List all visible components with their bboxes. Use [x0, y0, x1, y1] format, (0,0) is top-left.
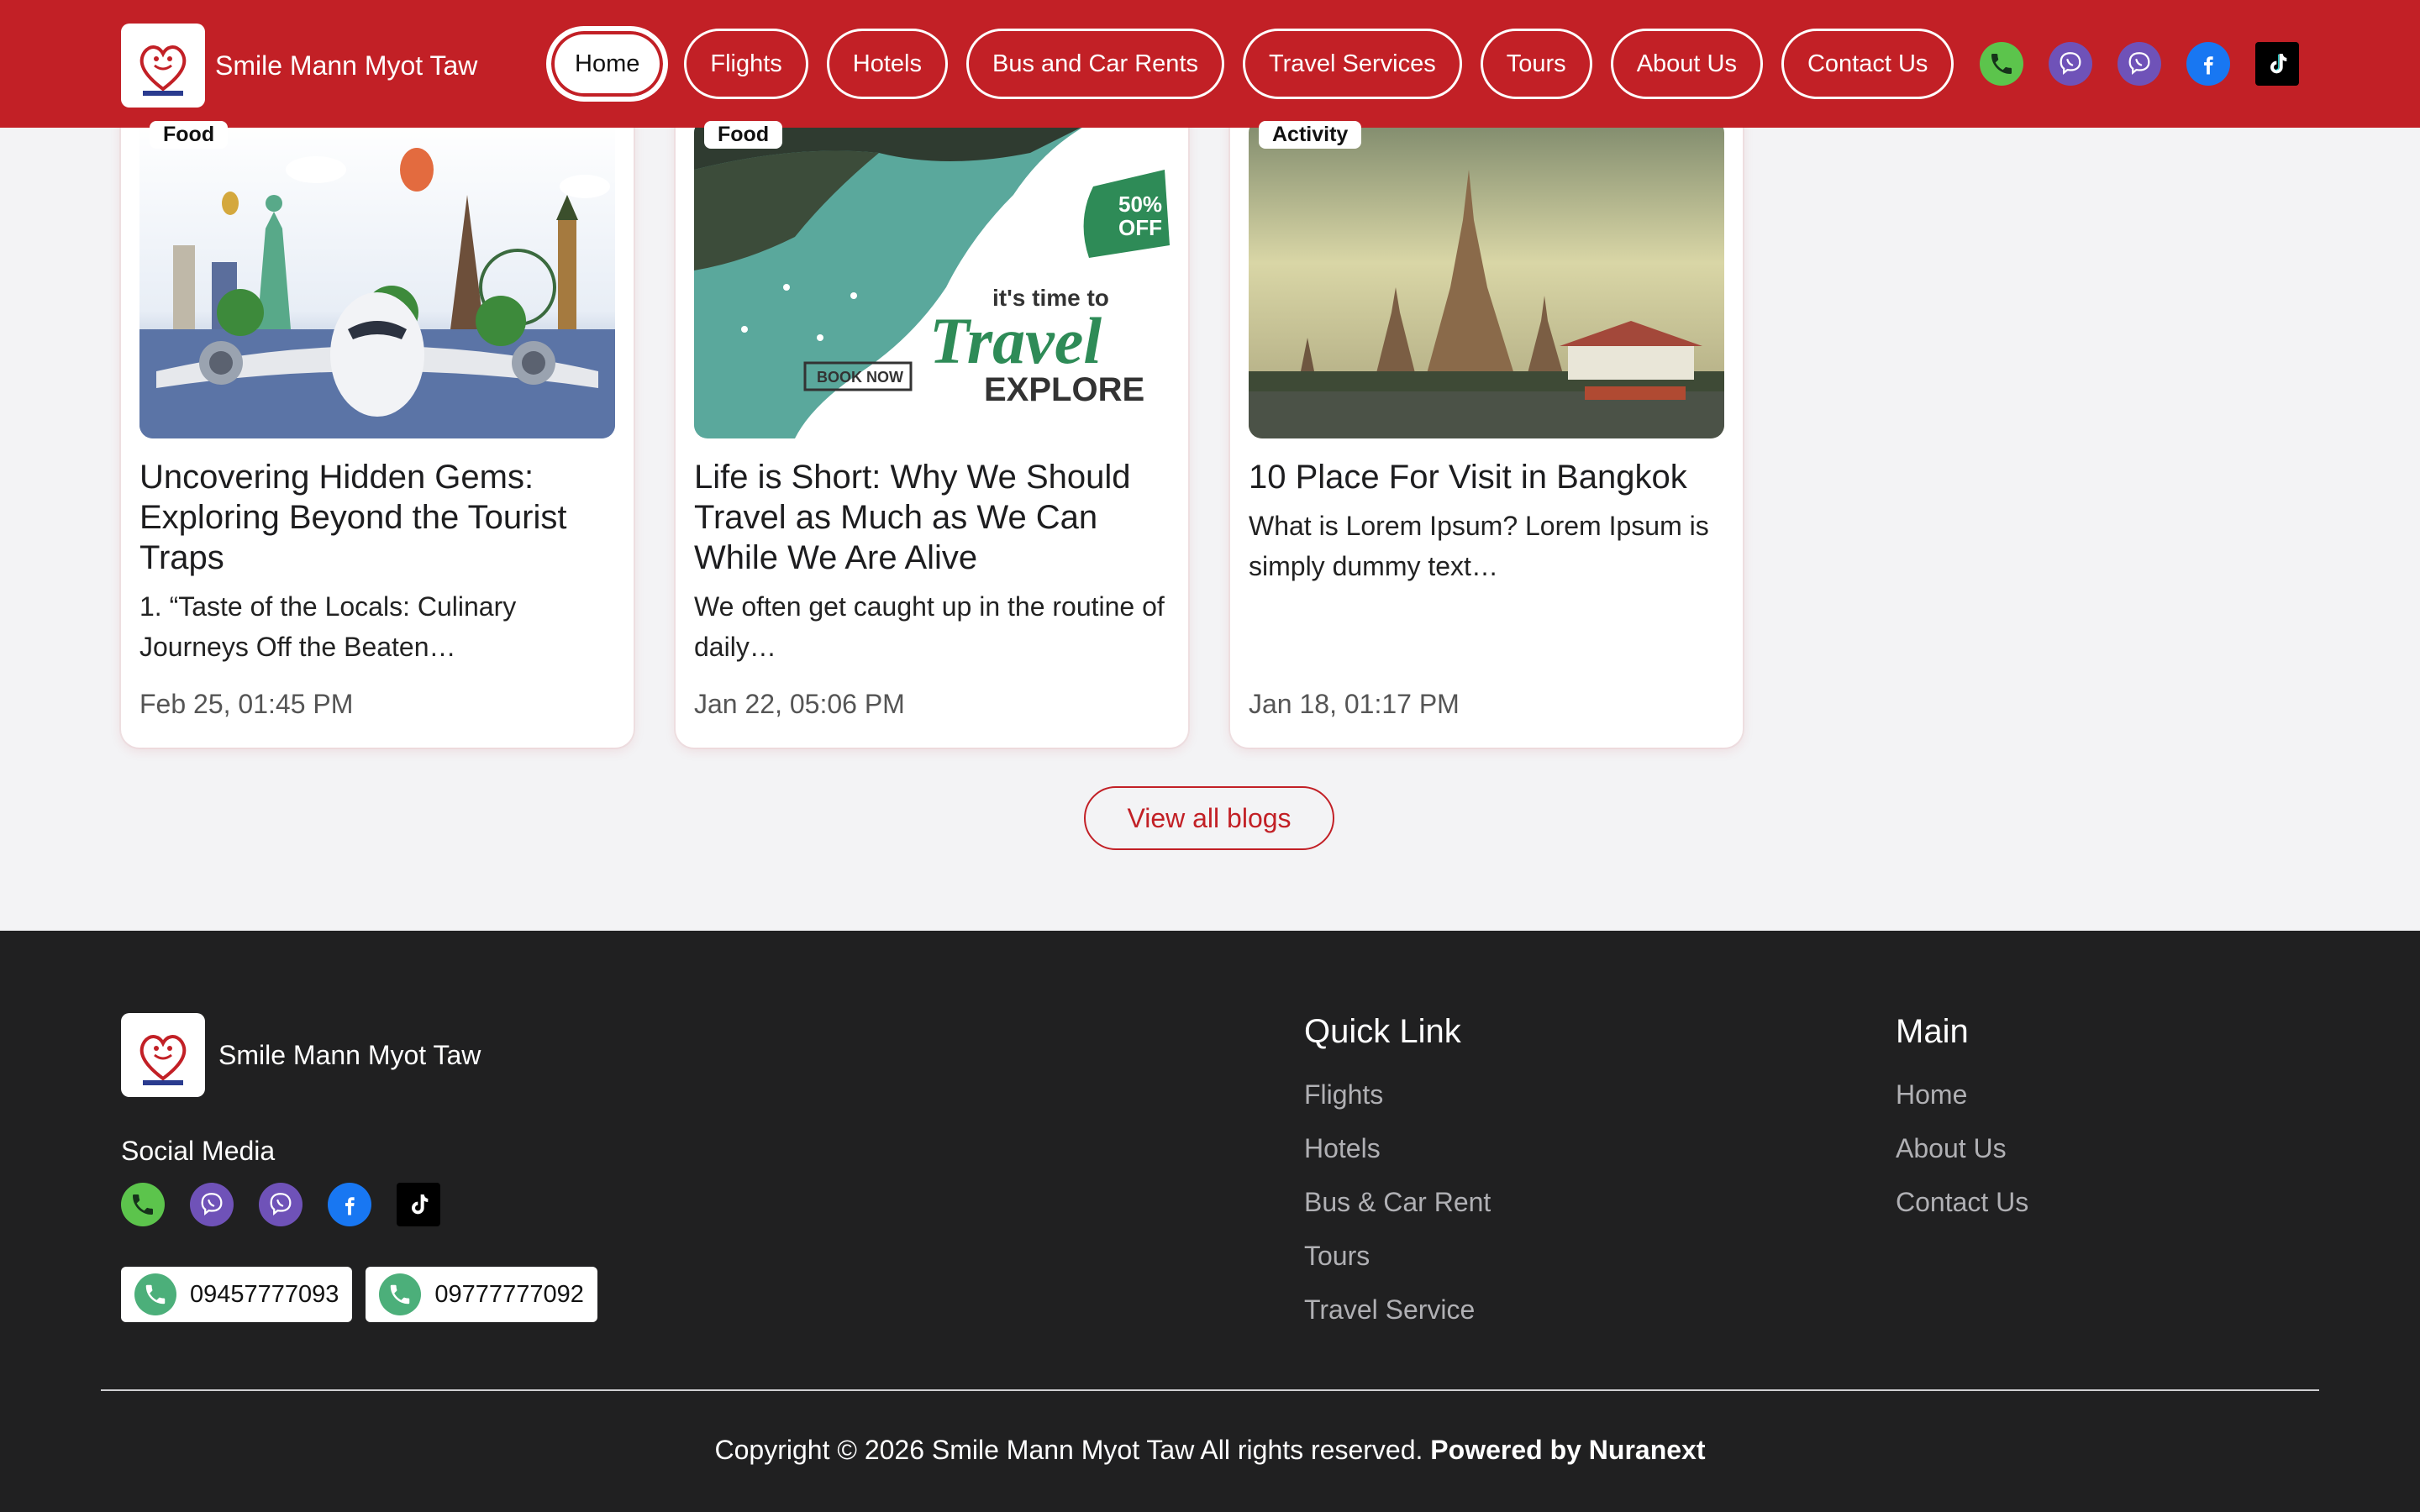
footer-link-contact-us[interactable]: Contact Us — [1896, 1175, 2028, 1229]
facebook-icon[interactable] — [328, 1183, 371, 1226]
blog-card[interactable]: Uncovering Hidden Gems: Exploring Beyond… — [121, 101, 634, 748]
nav-about-us[interactable]: About Us — [1610, 29, 1763, 99]
phone-number: 09777777092 — [434, 1280, 584, 1308]
nav-travel-services[interactable]: Travel Services — [1243, 29, 1462, 99]
blog-title[interactable]: 10 Place For Visit in Bangkok — [1249, 457, 1724, 497]
footer-link-flights[interactable]: Flights — [1304, 1068, 1491, 1121]
social-media-heading: Social Media — [121, 1136, 276, 1166]
phone-icon[interactable] — [1980, 42, 2023, 86]
blog-date: Feb 25, 01:45 PM — [139, 689, 354, 719]
blog-image[interactable]: 50% OFF it's time to Travel EXPLORE BOOK… — [694, 119, 1170, 438]
footer-link-about-us[interactable]: About Us — [1896, 1121, 2028, 1175]
promo-cta: BOOK NOW — [817, 369, 903, 386]
blog-card[interactable]: 50% OFF it's time to Travel EXPLORE BOOK… — [676, 101, 1188, 748]
viber-icon[interactable] — [2049, 42, 2092, 86]
phone-icon — [134, 1273, 176, 1315]
quick-link-column: Quick Link Flights Hotels Bus & Car Rent… — [1304, 1013, 1491, 1336]
copyright-text: Copyright © 2026 Smile Mann Myot Taw All… — [714, 1435, 1423, 1465]
blog-date: Jan 22, 05:06 PM — [694, 689, 905, 719]
viber-icon[interactable] — [2118, 42, 2161, 86]
nav-hotels[interactable]: Hotels — [826, 29, 948, 99]
viber-icon[interactable] — [190, 1183, 234, 1226]
footer-link-travel-service[interactable]: Travel Service — [1304, 1283, 1491, 1336]
header-social-icons — [1980, 42, 2299, 86]
brand-name: Smile Mann Myot Taw — [215, 50, 478, 81]
phone-icon[interactable] — [121, 1183, 165, 1226]
footer-brand[interactable]: Smile Mann Myot Taw — [121, 1013, 481, 1097]
promo-off: OFF — [1118, 215, 1162, 240]
brand[interactable]: Smile Mann Myot Taw — [121, 24, 477, 108]
promo-discount: 50% — [1118, 192, 1162, 217]
phone-numbers: 09457777093 09777777092 — [121, 1267, 597, 1322]
main-links-column: Main Home About Us Contact Us — [1896, 1013, 2028, 1229]
footer-link-bus-car-rent[interactable]: Bus & Car Rent — [1304, 1175, 1491, 1229]
blog-tag: Activity — [1259, 121, 1362, 149]
nav-tours[interactable]: Tours — [1480, 29, 1592, 99]
powered-by[interactable]: Powered by Nuranext — [1430, 1435, 1705, 1465]
footer-link-hotels[interactable]: Hotels — [1304, 1121, 1491, 1175]
blog-excerpt: 1. “Taste of the Locals: Culinary Journe… — [139, 591, 517, 662]
site-footer: Smile Mann Myot Taw Social Media 0945777… — [0, 931, 2420, 1512]
logo — [121, 24, 205, 108]
main-heading: Main — [1896, 1013, 1969, 1050]
facebook-icon[interactable] — [2186, 42, 2230, 86]
blog-title[interactable]: Uncovering Hidden Gems: Exploring Beyond… — [139, 457, 615, 578]
site-header: Smile Mann Myot Taw Home Flights Hotels … — [0, 0, 2420, 128]
footer-link-tours[interactable]: Tours — [1304, 1229, 1491, 1283]
view-all-blogs-button[interactable]: View all blogs — [1084, 786, 1334, 850]
phone-icon — [379, 1273, 422, 1315]
viber-icon[interactable] — [259, 1183, 302, 1226]
main-nav: Home Flights Hotels Bus and Car Rents Tr… — [549, 29, 1954, 99]
blog-image[interactable] — [1249, 119, 1724, 438]
phone-number-chip[interactable]: 09777777092 — [366, 1267, 597, 1322]
blog-image[interactable] — [139, 119, 615, 438]
tiktok-icon[interactable] — [2255, 42, 2299, 86]
footer-logo — [121, 1013, 205, 1097]
blog-excerpt: What is Lorem Ipsum? Lorem Ipsum is simp… — [1249, 511, 1709, 581]
blog-list: Uncovering Hidden Gems: Exploring Beyond… — [121, 101, 1743, 748]
nav-flights[interactable]: Flights — [684, 29, 808, 99]
blog-tag: Food — [150, 121, 229, 149]
blog-excerpt: We often get caught up in the routine of… — [694, 591, 1165, 662]
nav-home[interactable]: Home — [549, 29, 666, 99]
footer-link-home[interactable]: Home — [1896, 1068, 2028, 1121]
promo-headline: Travel — [929, 304, 1102, 377]
blog-tag: Food — [704, 121, 783, 149]
footer-divider — [101, 1389, 2319, 1391]
copyright: Copyright © 2026 Smile Mann Myot Taw All… — [0, 1435, 2420, 1466]
nav-bus-car-rents[interactable]: Bus and Car Rents — [965, 29, 1224, 99]
footer-brand-name: Smile Mann Myot Taw — [218, 1039, 481, 1070]
nav-contact-us[interactable]: Contact Us — [1781, 29, 1954, 99]
tiktok-icon[interactable] — [397, 1183, 440, 1226]
quick-link-heading: Quick Link — [1304, 1013, 1461, 1050]
promo-sub: EXPLORE — [984, 371, 1144, 408]
footer-social-icons — [121, 1183, 440, 1226]
blog-card[interactable]: 10 Place For Visit in Bangkok What is Lo… — [1230, 101, 1743, 748]
blog-title[interactable]: Life is Short: Why We Should Travel as M… — [694, 457, 1170, 578]
phone-number-chip[interactable]: 09457777093 — [121, 1267, 353, 1322]
phone-number: 09457777093 — [190, 1280, 339, 1308]
blog-date: Jan 18, 01:17 PM — [1249, 689, 1460, 719]
